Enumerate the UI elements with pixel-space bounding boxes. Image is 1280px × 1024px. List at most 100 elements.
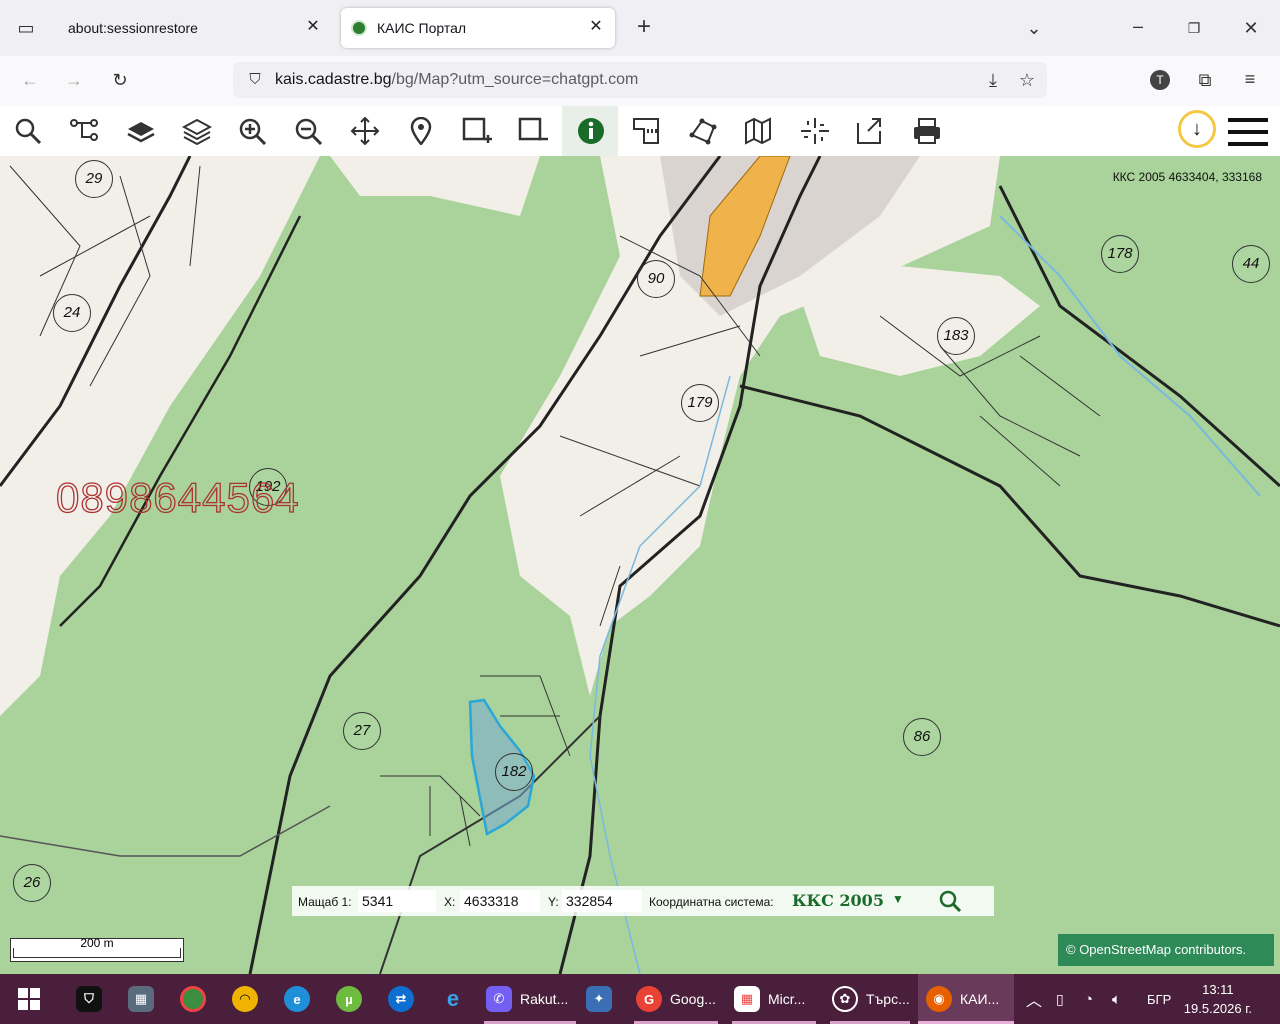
tree-tool-button[interactable] [56, 106, 112, 156]
taskbar-microsoft-store[interactable]: ▦ Micr... [734, 974, 805, 1024]
x-coordinate-input[interactable]: 4633318 [460, 890, 540, 912]
tab-kais-portal[interactable]: КАИС Портал ✕ [341, 8, 615, 48]
reload-icon[interactable]: ↻ [108, 70, 132, 90]
export-button[interactable] [842, 106, 898, 156]
taskbar-teamviewer[interactable]: ⇄ [388, 974, 422, 1024]
taskbar-google[interactable]: G Goog... [636, 974, 716, 1024]
tab-list-icon[interactable]: ▭ [14, 18, 38, 38]
cursor-coordinates: ККС 2005 4633404, 333168 [1112, 170, 1262, 184]
ruler-icon [633, 118, 659, 144]
clock[interactable]: 13:11 19.5.2026 г. [1184, 980, 1252, 1018]
hamburger-menu-button[interactable] [1228, 118, 1268, 146]
new-tab-icon[interactable]: + [632, 15, 656, 39]
crs-label: Координатна система: [649, 895, 774, 909]
cadastral-map[interactable]: 29 24 90 178 44 183 179 192 27 182 86 26… [0, 156, 1280, 974]
move-arrows-icon [350, 117, 380, 145]
back-icon[interactable]: ← [18, 70, 42, 90]
windows-logo-icon [18, 988, 40, 1010]
taskbar-label: КАИ... [960, 991, 1000, 1007]
scale-input[interactable]: 5341 [358, 890, 436, 912]
taskbar-calculator[interactable]: ▦ [128, 974, 162, 1024]
parcel-label[interactable]: 29 [75, 160, 113, 198]
close-window-icon[interactable]: ✕ [1239, 18, 1263, 38]
internet-explorer-icon: e [446, 986, 460, 1011]
parcel-label[interactable]: 178 [1101, 235, 1139, 273]
minimize-icon[interactable]: – [1126, 16, 1150, 36]
account-icon[interactable]: T [1150, 70, 1170, 90]
shield-icon[interactable]: ⛉ [243, 70, 267, 90]
bookmark-star-icon[interactable]: ☆ [1015, 70, 1039, 90]
url-host: kais.cadastre.bg [275, 71, 392, 88]
zoom-out-button[interactable] [280, 106, 336, 156]
taskbar-viber[interactable]: ✆ Rakut... [486, 974, 568, 1024]
crs-select[interactable]: ККС 2005 [792, 891, 884, 910]
scale-coordinate-form: Мащаб 1: 5341 X: 4633318 Y: 332854 Коорд… [292, 886, 994, 916]
info-button[interactable] [562, 106, 618, 156]
taskbar-utorrent[interactable]: µ [336, 974, 370, 1024]
y-coordinate-input[interactable]: 332854 [562, 890, 642, 912]
draw-polygon-button[interactable] [674, 106, 730, 156]
extensions-icon[interactable]: ⧉ [1193, 70, 1217, 90]
taskbar-app-2[interactable]: ✦ [586, 974, 620, 1024]
pan-button[interactable] [336, 106, 392, 156]
search-tool-button[interactable] [0, 106, 56, 156]
taskbar-security[interactable]: ⛉ [76, 974, 110, 1024]
tray-device[interactable]: ▯ [1056, 974, 1064, 1024]
chatgpt-icon: ✿ [832, 986, 858, 1012]
tray-network[interactable]: ◔ [1084, 974, 1093, 1024]
parcel-label[interactable]: 26 [13, 864, 51, 902]
parcel-label[interactable]: 183 [937, 317, 975, 355]
parcel-label[interactable]: 90 [637, 260, 675, 298]
chevron-up-icon: ︿ [1026, 993, 1043, 1010]
taskbar-edge[interactable]: e [284, 974, 318, 1024]
zoom-in-icon [239, 118, 267, 145]
google-chrome-icon: G [636, 986, 662, 1012]
download-page-icon[interactable]: ⤓ [981, 70, 1005, 90]
measure-button[interactable] [618, 106, 674, 156]
download-notification-button[interactable]: ↓ [1178, 110, 1216, 148]
clock-date: 19.5.2026 г. [1183, 1001, 1252, 1016]
menu-icon[interactable]: ≡ [1238, 69, 1262, 89]
chevron-down-icon[interactable]: ⌄ [1022, 18, 1046, 38]
remove-rectangle-button[interactable] [504, 106, 560, 156]
close-icon[interactable]: ✕ [304, 18, 322, 36]
osm-attribution[interactable]: © OpenStreetMap contributors. [1058, 934, 1274, 966]
taskbar-chatgpt[interactable]: ✿ Търс... [832, 974, 910, 1024]
taskbar-chrome[interactable] [180, 974, 214, 1024]
restore-icon[interactable]: ❐ [1182, 18, 1206, 38]
start-button[interactable] [18, 974, 40, 1024]
scale-bar: 200 m [10, 937, 184, 962]
layers-icon [182, 118, 212, 145]
kais-favicon-icon [351, 20, 367, 36]
layers-button[interactable] [168, 106, 224, 156]
address-bar[interactable]: ⛉ kais.cadastre.bg/bg/Map?utm_source=cha… [233, 62, 1047, 98]
forward-icon[interactable]: → [62, 70, 86, 90]
tray-volume[interactable]: 🔈︎ [1112, 974, 1121, 1024]
taskbar-ie[interactable]: e [440, 974, 474, 1024]
y-label: Y: [548, 895, 559, 909]
crosshair-button[interactable] [786, 106, 842, 156]
parcel-label[interactable]: 24 [53, 294, 91, 332]
parcel-label[interactable]: 44 [1232, 245, 1270, 283]
dropdown-arrow-icon[interactable]: ▼ [892, 892, 904, 906]
shield-icon: ⛉ [76, 986, 102, 1012]
zoom-out-icon [295, 118, 323, 145]
base-layers-button[interactable] [112, 106, 168, 156]
draw-rectangle-button[interactable] [448, 106, 504, 156]
parcel-label[interactable]: 86 [903, 718, 941, 756]
parcel-label[interactable]: 182 [495, 753, 533, 791]
locate-button[interactable] [392, 106, 448, 156]
close-icon[interactable]: ✕ [587, 18, 605, 36]
map-view-button[interactable] [730, 106, 786, 156]
taskbar-app[interactable]: ◠ [232, 974, 266, 1024]
parcel-label[interactable]: 179 [681, 384, 719, 422]
print-button[interactable] [898, 106, 954, 156]
parcel-label[interactable]: 27 [343, 712, 381, 750]
search-coordinates-icon[interactable] [938, 889, 962, 913]
taskbar-firefox-active[interactable]: ◉ КАИ... [918, 974, 1014, 1024]
show-hidden-icons[interactable]: ︿ [1026, 974, 1042, 1024]
language-indicator[interactable]: БГР [1147, 974, 1171, 1024]
tab-session-restore[interactable]: about:sessionrestore ✕ [56, 8, 332, 48]
zoom-in-button[interactable] [224, 106, 280, 156]
tab-label: about:sessionrestore [68, 20, 198, 36]
